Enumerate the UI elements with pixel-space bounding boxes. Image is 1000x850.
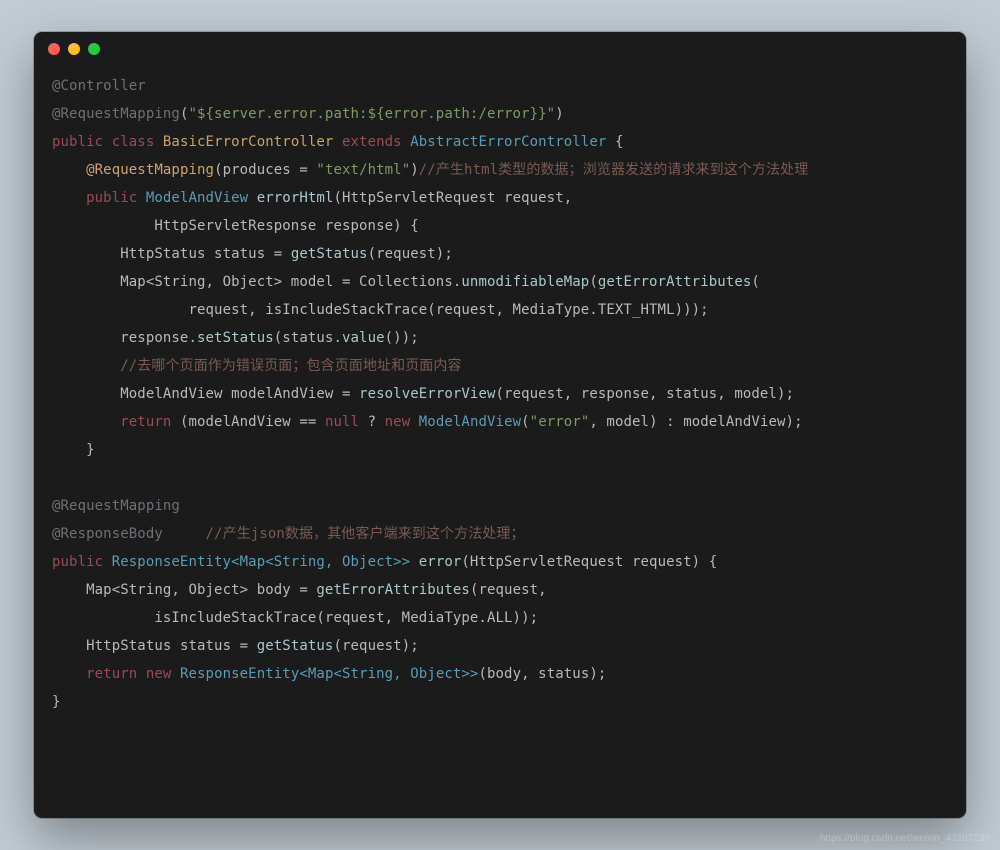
annotation-requestmapping: @RequestMapping bbox=[52, 106, 180, 122]
keyword-public: public bbox=[52, 554, 112, 570]
keyword-return: return bbox=[86, 666, 146, 682]
return-type: ResponseEntity<Map<String, Object>> bbox=[112, 554, 419, 570]
comment: //去哪个页面作为错误页面；包含页面地址和页面内容 bbox=[120, 358, 461, 374]
method-name: error bbox=[419, 554, 462, 570]
keyword-extends: extends bbox=[342, 134, 410, 150]
comment: //产生html类型的数据；浏览器发送的请求来到这个方法处理 bbox=[419, 162, 809, 178]
minimize-icon[interactable] bbox=[68, 43, 80, 55]
comment: //产生json数据，其他客户端来到这个方法处理； bbox=[206, 526, 525, 542]
keyword-return: return bbox=[120, 414, 180, 430]
class-name: BasicErrorController bbox=[163, 134, 342, 150]
annotation-responsebody: @ResponseBody bbox=[52, 526, 163, 542]
code-window: @Controller @RequestMapping("${server.er… bbox=[34, 32, 966, 818]
titlebar bbox=[34, 32, 966, 66]
string-literal: "text/html" bbox=[316, 162, 410, 178]
annotation-requestmapping-method: @RequestMapping bbox=[86, 162, 214, 178]
keyword-class: class bbox=[112, 134, 163, 150]
string-literal: "${server.error.path:${error.path:/error… bbox=[188, 106, 555, 122]
string-literal: "error" bbox=[530, 414, 590, 430]
close-icon[interactable] bbox=[48, 43, 60, 55]
keyword-public: public bbox=[52, 134, 112, 150]
annotation-controller: @Controller bbox=[52, 78, 146, 94]
annotation-requestmapping: @RequestMapping bbox=[52, 498, 180, 514]
super-class: AbstractErrorController bbox=[410, 134, 615, 150]
method-name: errorHtml bbox=[257, 190, 334, 206]
return-type: ModelAndView bbox=[146, 190, 257, 206]
code-block: @Controller @RequestMapping("${server.er… bbox=[34, 66, 966, 734]
watermark: https://blog.csdn.net/weixin_43287239 bbox=[820, 833, 990, 844]
maximize-icon[interactable] bbox=[88, 43, 100, 55]
keyword-public: public bbox=[86, 190, 146, 206]
